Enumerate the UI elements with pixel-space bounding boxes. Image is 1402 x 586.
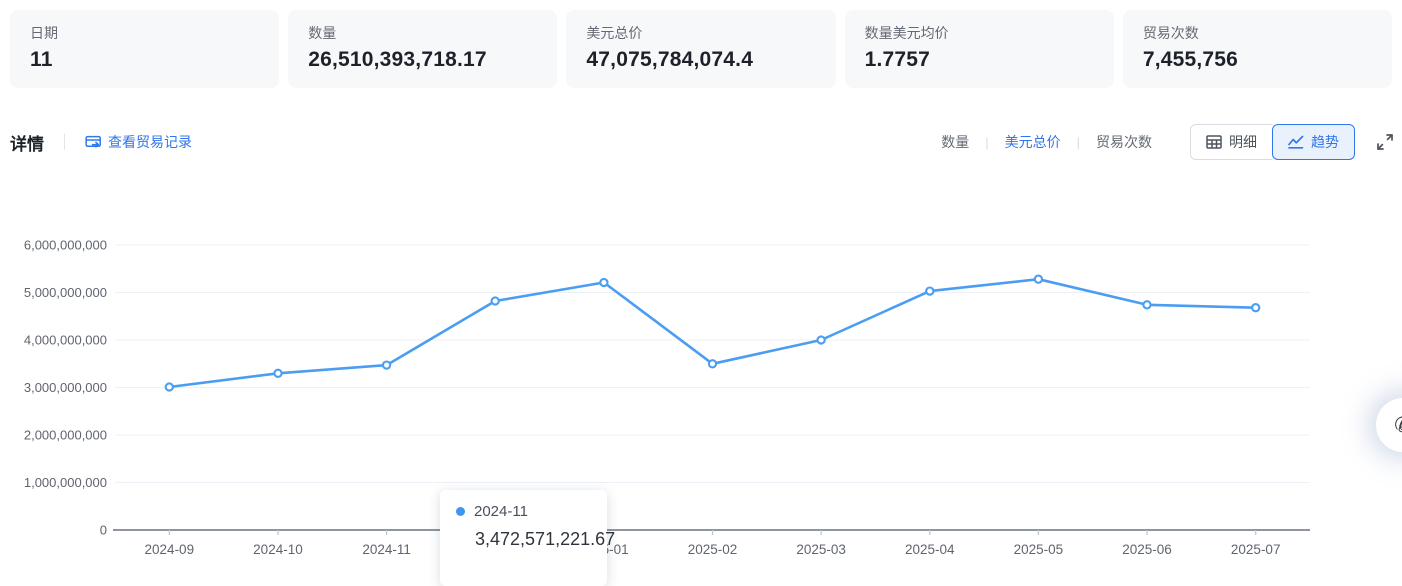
view-switch: 明细 趋势 xyxy=(1190,124,1355,160)
metric-tab-usd-total[interactable]: 美元总价 xyxy=(1003,132,1063,152)
data-point[interactable] xyxy=(709,360,716,367)
trend-view-button[interactable]: 趋势 xyxy=(1272,124,1355,160)
view-trade-records-link[interactable]: 查看贸易记录 xyxy=(85,132,192,152)
data-point[interactable] xyxy=(492,297,499,304)
fullscreen-button[interactable] xyxy=(1374,131,1396,153)
stat-card-quantity: 数量 26,510,393,718.17 xyxy=(288,10,557,88)
y-axis-label: 3,000,000,000 xyxy=(24,380,107,395)
detail-toolbar: 详情 查看贸易记录 数量 | 美元总价 | 贸易次数 xyxy=(10,122,1396,162)
stats-row: 日期 11 数量 26,510,393,718.17 美元总价 47,075,7… xyxy=(10,10,1392,88)
x-axis-label: 2025-02 xyxy=(688,542,738,557)
data-point[interactable] xyxy=(926,288,933,295)
metric-tab-trade-count[interactable]: 贸易次数 xyxy=(1094,132,1154,152)
detail-view-button[interactable]: 明细 xyxy=(1190,124,1272,160)
y-axis-label: 1,000,000,000 xyxy=(24,475,107,490)
stat-card-avg-price: 数量美元均价 1.7757 xyxy=(845,10,1114,88)
stat-label: 贸易次数 xyxy=(1143,23,1372,43)
data-point[interactable] xyxy=(166,383,173,390)
metric-tab-quantity[interactable]: 数量 xyxy=(939,132,971,152)
stat-label: 美元总价 xyxy=(586,23,815,43)
phone-icon: ✆ xyxy=(1394,413,1402,438)
x-axis-label: 2025-05 xyxy=(1014,542,1064,557)
section-title: 详情 xyxy=(10,130,44,155)
tooltip-header: 2024-11 xyxy=(456,503,591,520)
tab-divider: | xyxy=(1077,135,1080,150)
line-chart-icon xyxy=(1288,135,1304,149)
view-trade-records-label: 查看贸易记录 xyxy=(108,132,192,152)
trend-chart-canvas: 0 1,000,000,000 2,000,000,000 3,000,000,000… xyxy=(0,170,1402,566)
trend-chart: 0 1,000,000,000 2,000,000,000 3,000,000,000… xyxy=(0,170,1402,566)
x-axis-label: 2024-11 xyxy=(362,542,411,557)
stat-value: 11 xyxy=(30,48,259,72)
stat-value: 26,510,393,718.17 xyxy=(308,48,537,72)
data-point[interactable] xyxy=(1143,301,1150,308)
x-axis-label: 2025-07 xyxy=(1231,542,1281,557)
series-dot-icon xyxy=(456,507,465,516)
stat-value: 1.7757 xyxy=(865,48,1094,72)
tab-divider: | xyxy=(985,135,988,150)
table-icon xyxy=(1206,135,1222,149)
stat-card-date: 日期 11 xyxy=(10,10,279,88)
detail-view-label: 明细 xyxy=(1229,132,1257,152)
y-axis-label: 4,000,000,000 xyxy=(24,333,107,348)
stat-label: 数量 xyxy=(308,23,537,43)
y-axis-label: 2,000,000,000 xyxy=(24,428,107,443)
fullscreen-expand-icon xyxy=(1376,133,1394,151)
tooltip-category: 2024-11 xyxy=(474,503,528,520)
x-axis-label: 2024-09 xyxy=(145,542,195,557)
y-axis-label: 0 xyxy=(100,523,107,538)
x-axis-label: 2025-04 xyxy=(905,542,955,557)
x-axis-label: 2025-03 xyxy=(796,542,846,557)
stat-value: 47,075,784,074.4 xyxy=(586,48,815,72)
y-axis-label: 5,000,000,000 xyxy=(24,285,107,300)
x-axis-label: 2025-06 xyxy=(1122,542,1172,557)
y-axis-label: 6,000,000,000 xyxy=(24,238,107,253)
vertical-divider xyxy=(64,134,65,150)
stat-value: 7,455,756 xyxy=(1143,48,1372,72)
metric-tabs: 数量 | 美元总价 | 贸易次数 xyxy=(939,132,1154,152)
data-point[interactable] xyxy=(600,279,607,286)
stat-label: 数量美元均价 xyxy=(865,23,1094,43)
series-line xyxy=(169,279,1255,387)
tooltip-value: 3,472,571,221.67 xyxy=(475,529,591,550)
trend-view-label: 趋势 xyxy=(1311,132,1339,152)
data-point[interactable] xyxy=(274,370,281,377)
data-point[interactable] xyxy=(1035,276,1042,283)
stat-card-trade-count: 贸易次数 7,455,756 xyxy=(1123,10,1392,88)
stat-label: 日期 xyxy=(30,23,259,43)
data-point[interactable] xyxy=(383,362,390,369)
x-axis-label: 2024-10 xyxy=(253,542,303,557)
stat-card-usd-total: 美元总价 47,075,784,074.4 xyxy=(566,10,835,88)
data-point[interactable] xyxy=(818,336,825,343)
chart-tooltip: 2024-11 3,472,571,221.67 xyxy=(440,490,607,586)
open-window-icon xyxy=(85,134,102,150)
data-point[interactable] xyxy=(1252,304,1259,311)
